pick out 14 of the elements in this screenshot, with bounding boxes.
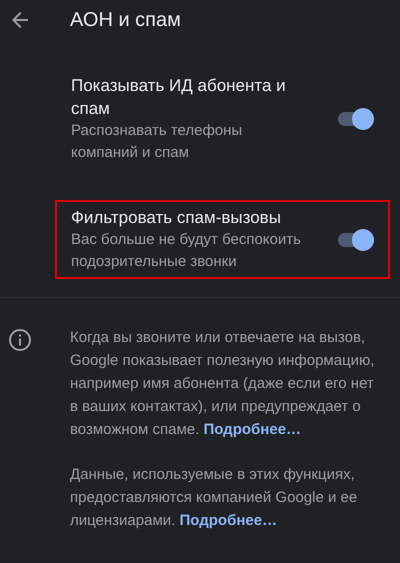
setting-row[interactable]: Показывать ИД абонента и спам Распознавать телефоны компаний и спам — [55, 68, 390, 170]
info-paragraph: Данные, используемые в этих функциях, предоставляются компанией Google и ее лицензиарами. Подробнее… — [70, 465, 358, 531]
learn-more-link[interactable]: Подробнее… — [203, 421, 302, 438]
screen-title: АОН и спам — [70, 8, 181, 32]
setting-title: Фильтровать спам-вызовы — [71, 207, 282, 229]
learn-more-link[interactable]: Подробнее… — [180, 512, 278, 529]
highlighted-setting-row[interactable]: Фильтровать спам-вызовы Вас больше не будут беспокоить подозрительные звонки — [55, 200, 390, 279]
setting-title: Показывать ИД абонента и спам — [71, 75, 287, 120]
info-icon — [8, 328, 32, 352]
setting-summary: Вас больше не будут беспокоить подозрительные звонки — [71, 230, 301, 272]
info-paragraph: Когда вы звоните или отвечаете на вызов, Google показывает полезную информацию, например имя абонента (даже если его нет в ваших контактах), или предупреждает о возможном спаме. Подробнее… — [70, 328, 376, 440]
setting-summary: Распознавать телефоны компаний и спам — [71, 121, 244, 163]
toggle-switch[interactable] — [338, 107, 374, 131]
toggle-switch[interactable] — [338, 228, 374, 252]
